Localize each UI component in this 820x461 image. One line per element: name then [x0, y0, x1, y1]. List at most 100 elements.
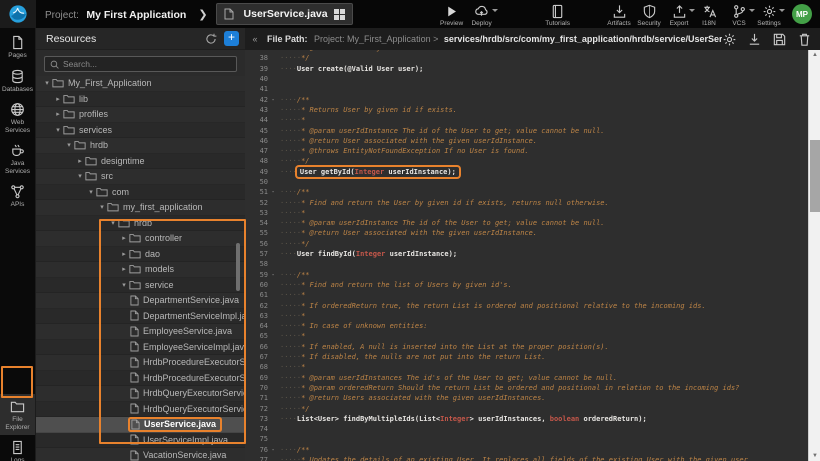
sidebar-item-web-services[interactable]: Web Services — [0, 97, 35, 138]
chevron-down-icon[interactable]: ▾ — [53, 126, 63, 134]
tree-item-label: profiles — [79, 109, 108, 119]
sidebar-item-databases[interactable]: Databases — [0, 64, 35, 98]
line-number: 64 — [245, 322, 271, 330]
chevron-right-icon[interactable]: ▸ — [119, 250, 129, 258]
action-i18n-button[interactable]: I18N — [694, 1, 724, 27]
tree-item-my-first-application[interactable]: ▾My_First_Application — [36, 76, 246, 92]
tree-item-dao[interactable]: ▸dao — [36, 247, 246, 263]
chevron-right-icon[interactable]: ▸ — [119, 234, 129, 242]
action-export-button[interactable]: Export — [664, 1, 694, 27]
tree-item-hrdbprocedureexecutorse[interactable]: HrdbProcedureExecutorSe — [36, 355, 246, 371]
tree-item-vacationservice-java[interactable]: VacationService.java — [36, 448, 246, 461]
tree-item-userserviceimpl-java[interactable]: UserServiceImpl.java — [36, 433, 246, 449]
tree-item-hrdbqueryexecutorservice[interactable]: HrdbQueryExecutorService — [36, 402, 246, 418]
scroll-down-icon[interactable]: ▼ — [809, 451, 820, 461]
chevron-down-icon[interactable]: ▾ — [75, 172, 85, 180]
tree-item-employeeservice-java[interactable]: EmployeeService.java — [36, 324, 246, 340]
gear-button[interactable] — [722, 32, 737, 47]
book-icon — [550, 4, 565, 18]
action-vcs-button[interactable]: VCS — [724, 1, 754, 27]
log-icon — [10, 440, 25, 455]
editor-scrollbar-thumb[interactable] — [810, 140, 820, 212]
tree-item-com[interactable]: ▾com — [36, 185, 246, 201]
line-number: 71 — [245, 394, 271, 402]
sidebar-item-apis[interactable]: APIs — [0, 179, 35, 213]
action-deploy-button[interactable]: Deploy — [467, 1, 497, 27]
folder-icon — [129, 264, 141, 274]
filepath-label: File Path: — [267, 34, 308, 44]
tree-item-service[interactable]: ▾service — [36, 278, 246, 294]
tree-item-departmentserviceimpl-java[interactable]: DepartmentServiceImpl.java — [36, 309, 246, 325]
tree-item-hrdb[interactable]: ▾hrdb — [36, 216, 246, 232]
tree-item-hrdb[interactable]: ▾hrdb — [36, 138, 246, 154]
code-line-41: 41 — [245, 84, 796, 94]
tree-item-hrdbprocedureexecutorse[interactable]: HrdbProcedureExecutorSe — [36, 371, 246, 387]
chevron-down-icon[interactable]: ▾ — [64, 141, 74, 149]
tree-item-departmentservice-java[interactable]: DepartmentService.java — [36, 293, 246, 309]
sidebar-item-label: Java Services — [0, 160, 35, 175]
trash-button[interactable] — [797, 32, 812, 47]
chevron-down-icon[interactable]: ▾ — [97, 203, 107, 211]
action-security-button[interactable]: Security — [634, 1, 664, 27]
action-preview-button[interactable]: Preview — [437, 1, 467, 27]
tree-item-services[interactable]: ▾services — [36, 123, 246, 139]
tree-item-my-first-application[interactable]: ▾my_first_application — [36, 200, 246, 216]
fold-marker[interactable]: - — [271, 446, 280, 454]
search-input[interactable] — [63, 59, 231, 69]
code-line-58: 58 — [245, 259, 796, 269]
tree-item-designtime[interactable]: ▸designtime — [36, 154, 246, 170]
line-number: 39 — [245, 65, 271, 73]
tree-item-hrdbqueryexecutorservice[interactable]: HrdbQueryExecutorService — [36, 386, 246, 402]
chevron-down-icon[interactable]: ▾ — [108, 219, 118, 227]
scroll-up-icon[interactable]: ▲ — [809, 50, 820, 60]
action-settings-button[interactable]: Settings — [754, 1, 784, 27]
app-logo[interactable] — [0, 0, 36, 28]
tree-item-userservice-java[interactable]: UserService.java — [36, 417, 246, 433]
tree-item-profiles[interactable]: ▸ profiles — [36, 107, 246, 123]
add-resource-button[interactable]: + — [224, 31, 239, 46]
chevron-right-icon[interactable]: ▸ — [75, 157, 85, 165]
sidebar-item-label: Databases — [2, 86, 33, 94]
sidebar-item-label: Web Services — [0, 119, 35, 134]
user-avatar[interactable]: MP — [792, 4, 812, 24]
save-button[interactable] — [772, 32, 787, 47]
line-number: 50 — [245, 178, 271, 186]
resources-scrollbar-thumb[interactable] — [236, 243, 240, 291]
code-line-54: 54·····* @param userIdInstance The id of… — [245, 218, 796, 228]
action-tutorials-button[interactable]: Tutorials — [543, 1, 573, 27]
grid-icon[interactable] — [334, 9, 345, 20]
chevron-right-icon[interactable]: ▸ — [53, 110, 63, 118]
tab-userservice-java[interactable]: UserService.java — [216, 3, 353, 25]
editor-scrollbar[interactable]: ▲ ▼ — [808, 50, 820, 461]
refresh-icon[interactable] — [205, 33, 217, 45]
action-label: Security — [637, 20, 660, 27]
sidebar-item-java-services[interactable]: Java Services — [0, 138, 35, 179]
fold-marker[interactable]: - — [271, 271, 280, 279]
chevron-right-icon: ❯ — [198, 8, 207, 21]
chevron-right-icon[interactable]: ▸ — [119, 265, 129, 273]
sidebar-item-file-explorer[interactable]: File Explorer — [0, 394, 35, 435]
fold-marker[interactable]: - — [271, 96, 280, 104]
action-artifacts-button[interactable]: Artifacts — [604, 1, 634, 27]
sidebar-item-pages[interactable]: Pages — [0, 30, 35, 64]
code-line-39: 39····User create(@Valid User user); — [245, 64, 796, 74]
collapse-panel-button[interactable]: « — [249, 34, 261, 44]
tree-item-lib[interactable]: ▸lib — [36, 92, 246, 108]
code-editor[interactable]: 37·····* @return the newly created user.… — [245, 50, 820, 461]
fold-marker[interactable]: - — [271, 188, 280, 196]
resources-title: Resources — [46, 33, 96, 45]
tree-item-controller[interactable]: ▸controller — [36, 231, 246, 247]
chevron-down-icon[interactable]: ▾ — [42, 79, 52, 87]
chevron-down-icon[interactable]: ▾ — [119, 281, 129, 289]
sidebar-item-logs[interactable]: Logs — [0, 435, 35, 461]
chevron-right-icon[interactable]: ▸ — [53, 95, 63, 103]
code-line-51: 51-····/** — [245, 187, 796, 197]
tree-item-employeeserviceimpl-java[interactable]: EmployeeServiceImpl.java — [36, 340, 246, 356]
line-number: 61 — [245, 291, 271, 299]
download-button[interactable] — [747, 32, 762, 47]
folder-open-icon — [129, 280, 141, 290]
tree-item-src[interactable]: ▾src — [36, 169, 246, 185]
chevron-down-icon[interactable]: ▾ — [86, 188, 96, 196]
tree-item-models[interactable]: ▸models — [36, 262, 246, 278]
line-number: 51 — [245, 188, 271, 196]
